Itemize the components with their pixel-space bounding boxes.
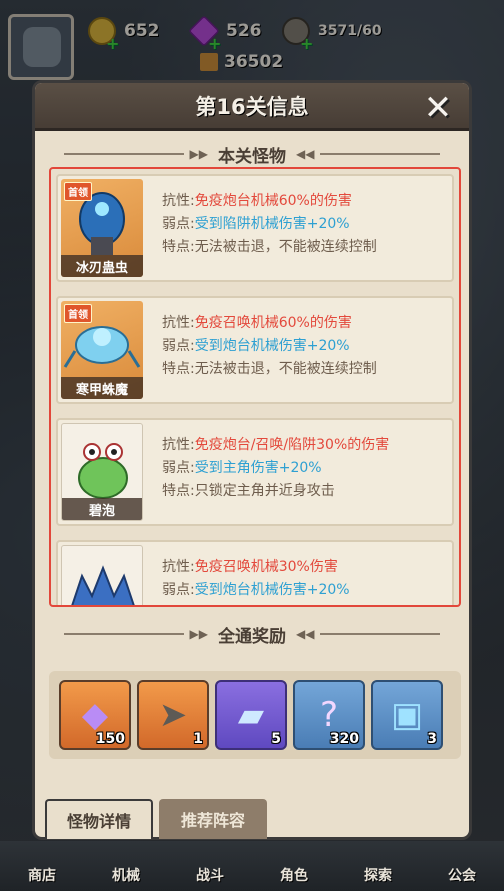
level-info-dialog: 第16关信息 ✕ ▶▶ 本关怪物 ◀◀ 首领 冰刃蛊虫 抗性:免疫炮台机械60%… xyxy=(32,80,472,840)
resist-row: 抗性:免疫炮台/召唤/陷阱30%的伤害 xyxy=(162,434,389,457)
monster-card: 首领 冰刃蛊虫 抗性:免疫炮台机械60%的伤害 弱点:受到陷阱机械伤害+20% … xyxy=(56,174,454,282)
weak-row: 弱点:受到陷阱机械伤害+20% xyxy=(162,213,377,236)
weak-label: 弱点: xyxy=(162,582,195,598)
resist-row: 抗性:免疫召唤机械60%的伤害 xyxy=(162,312,377,335)
weak-row: 弱点:受到主角伤害+20% xyxy=(162,457,389,480)
trait-row: 特点:无法被击退，不能被连续控制 xyxy=(162,236,377,259)
rewards-section-header: ▶▶ 全通奖励 ◀◀ xyxy=(35,623,469,647)
resist-value: 免疫炮台/召唤/陷阱30%的伤害 xyxy=(194,437,390,453)
section-title: 本关怪物 xyxy=(218,146,286,167)
trait-value: 无法被击退，不能被连续控制 xyxy=(194,361,377,377)
monster-name: 寒甲蛛魔 xyxy=(61,377,143,399)
close-button[interactable]: ✕ xyxy=(419,88,457,128)
dialog-tabs: 怪物详情 推荐阵容 xyxy=(45,799,267,839)
reward-count: 150 xyxy=(95,731,125,747)
reward-item[interactable]: ➤ 1 xyxy=(137,680,209,750)
monster-attrs: 抗性:免疫炮台机械60%的伤害 弱点:受到陷阱机械伤害+20% 特点:无法被击退… xyxy=(162,190,377,259)
monster-portrait[interactable]: 首领 寒甲蛛魔 xyxy=(61,301,143,399)
arrow-left-icon: ◀◀ xyxy=(296,627,315,641)
monster-name: 碧泡 xyxy=(62,498,142,520)
nav-shop[interactable]: 商店 xyxy=(28,865,56,891)
monster-attrs: 抗性:免疫召唤机械30%伤害 弱点:受到炮台机械伤害+20% xyxy=(162,556,350,602)
nav-guild[interactable]: 公会 xyxy=(448,865,476,891)
trait-row: 特点:只锁定主角并近身攻击 xyxy=(162,480,389,503)
reward-count: 320 xyxy=(329,731,359,747)
reward-item[interactable]: ? 320 xyxy=(293,680,365,750)
tab-recommended-lineup[interactable]: 推荐阵容 xyxy=(159,799,267,839)
nav-battle[interactable]: 战斗 xyxy=(196,865,224,891)
trait-value: 只锁定主角并近身攻击 xyxy=(194,483,335,499)
monster-card: 碧泡 抗性:免疫炮台/召唤/陷阱30%的伤害 弱点:受到主角伤害+20% 特点:… xyxy=(56,418,454,526)
resist-label: 抗性: xyxy=(162,559,195,575)
reward-item[interactable]: ▰ 5 xyxy=(215,680,287,750)
weak-value: 受到陷阱机械伤害+20% xyxy=(194,216,350,232)
resist-label: 抗性: xyxy=(162,437,195,453)
nav-character[interactable]: 角色 xyxy=(280,865,308,891)
section-title: 全通奖励 xyxy=(218,626,286,647)
trait-value: 无法被击退，不能被连续控制 xyxy=(194,239,377,255)
resist-value: 免疫召唤机械60%的伤害 xyxy=(194,315,352,331)
arrow-left-icon: ◀◀ xyxy=(296,147,315,161)
dialog-title: 第16关信息 xyxy=(195,94,309,119)
boss-badge: 首领 xyxy=(64,182,92,201)
reward-count: 5 xyxy=(271,731,281,747)
reward-count: 3 xyxy=(427,731,437,747)
trait-label: 特点: xyxy=(162,239,195,255)
reward-list[interactable]: ◆ 150 ➤ 1 ▰ 5 ? 320 ▣ 3 xyxy=(49,671,461,759)
close-icon: ✕ xyxy=(423,88,453,128)
weak-label: 弱点: xyxy=(162,460,195,476)
boss-badge: 首领 xyxy=(64,304,92,323)
weak-row: 弱点:受到炮台机械伤害+20% xyxy=(162,579,350,602)
monster-portrait[interactable] xyxy=(61,545,143,605)
resist-row: 抗性:免疫召唤机械30%伤害 xyxy=(162,556,350,579)
spiky-monster-icon xyxy=(71,565,135,605)
monster-card: 抗性:免疫召唤机械30%伤害 弱点:受到炮台机械伤害+20% xyxy=(56,540,454,605)
monster-attrs: 抗性:免疫炮台/召唤/陷阱30%的伤害 弱点:受到主角伤害+20% 特点:只锁定… xyxy=(162,434,389,503)
divider xyxy=(320,633,441,635)
divider xyxy=(320,153,441,155)
weak-value: 受到主角伤害+20% xyxy=(194,460,322,476)
resist-label: 抗性: xyxy=(162,315,195,331)
monster-list[interactable]: 首领 冰刃蛊虫 抗性:免疫炮台机械60%的伤害 弱点:受到陷阱机械伤害+20% … xyxy=(49,167,461,607)
reward-item[interactable]: ▣ 3 xyxy=(371,680,443,750)
resist-label: 抗性: xyxy=(162,193,195,209)
nav-machines[interactable]: 机械 xyxy=(112,865,140,891)
trait-row: 特点:无法被击退，不能被连续控制 xyxy=(162,358,377,381)
monster-card: 首领 寒甲蛛魔 抗性:免疫召唤机械60%的伤害 弱点:受到炮台机械伤害+20% … xyxy=(56,296,454,404)
arrow-right-icon: ▶▶ xyxy=(189,147,208,161)
weak-value: 受到炮台机械伤害+20% xyxy=(194,338,350,354)
weak-row: 弱点:受到炮台机械伤害+20% xyxy=(162,335,377,358)
weak-value: 受到炮台机械伤害+20% xyxy=(194,582,350,598)
divider xyxy=(63,153,184,155)
monster-portrait[interactable]: 碧泡 xyxy=(61,423,143,521)
weak-label: 弱点: xyxy=(162,216,195,232)
weak-label: 弱点: xyxy=(162,338,195,354)
bottom-nav: 商店 机械 战斗 角色 探索 公会 xyxy=(0,841,504,891)
reward-item[interactable]: ◆ 150 xyxy=(59,680,131,750)
monsters-section-header: ▶▶ 本关怪物 ◀◀ xyxy=(35,143,469,167)
tab-monster-details[interactable]: 怪物详情 xyxy=(45,799,153,839)
dialog-header: 第16关信息 xyxy=(35,83,469,131)
resist-row: 抗性:免疫炮台机械60%的伤害 xyxy=(162,190,377,213)
trait-label: 特点: xyxy=(162,483,195,499)
monster-name: 冰刃蛊虫 xyxy=(61,255,143,277)
monster-attrs: 抗性:免疫召唤机械60%的伤害 弱点:受到炮台机械伤害+20% 特点:无法被击退… xyxy=(162,312,377,381)
monster-portrait[interactable]: 首领 冰刃蛊虫 xyxy=(61,179,143,277)
resist-value: 免疫炮台机械60%的伤害 xyxy=(194,193,352,209)
trait-label: 特点: xyxy=(162,361,195,377)
arrow-right-icon: ▶▶ xyxy=(189,627,208,641)
nav-explore[interactable]: 探索 xyxy=(364,865,392,891)
resist-value: 免疫召唤机械30%伤害 xyxy=(194,559,338,575)
divider xyxy=(63,633,184,635)
reward-count: 1 xyxy=(193,731,203,747)
